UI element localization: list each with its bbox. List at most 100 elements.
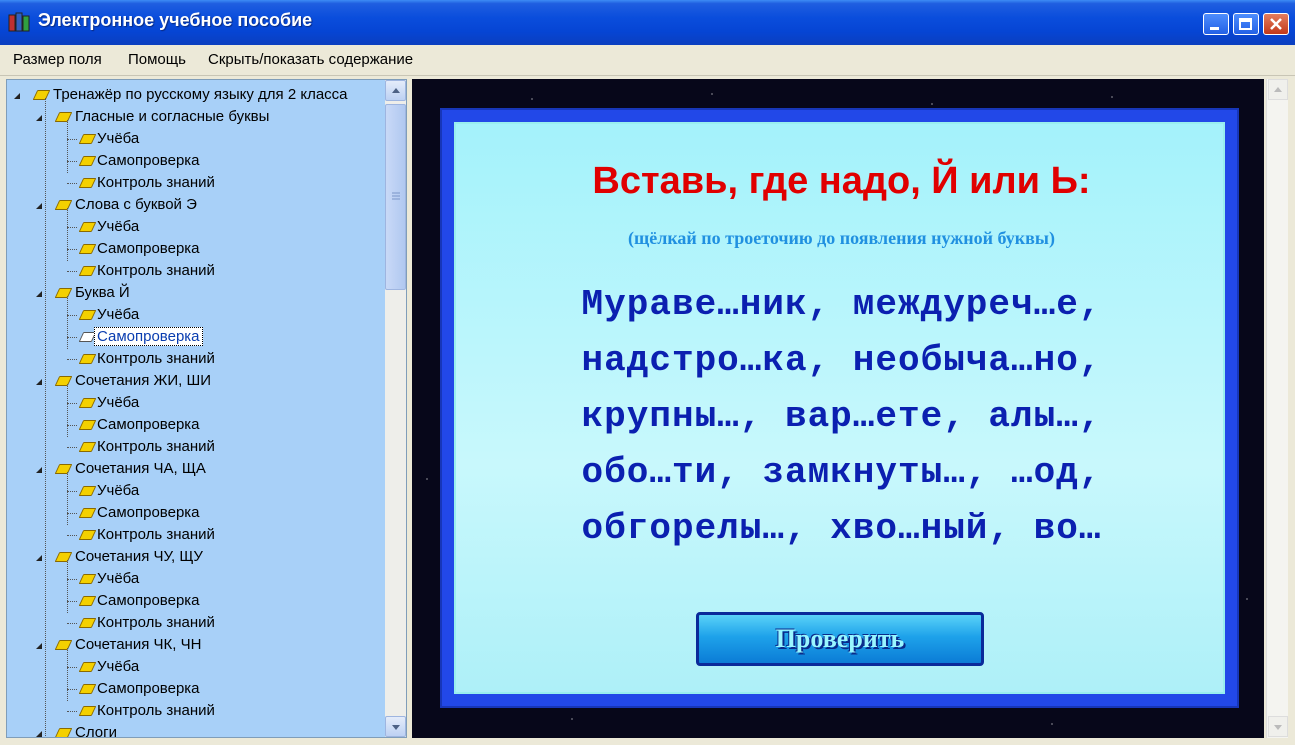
contents-tree[interactable]: Тренажёр по русскому языку для 2 класса Г… (6, 79, 407, 738)
window-title: Электронное учебное пособие (38, 10, 313, 30)
book-icon (54, 728, 73, 737)
tree-connector (67, 689, 77, 690)
tree-connector (67, 139, 77, 140)
tree-connector (67, 579, 77, 580)
menu-toggle-contents[interactable]: Скрыть/показать содержание (208, 51, 413, 68)
tree-item[interactable]: Учёба (7, 304, 383, 326)
tree-item[interactable]: Учёба (7, 480, 383, 502)
tree-section[interactable]: Слова с буквой Э (7, 194, 383, 216)
book-icon (54, 288, 73, 298)
check-button[interactable]: Проверить (696, 612, 984, 666)
book-icon (78, 662, 97, 672)
tree-connector (67, 249, 77, 250)
tree-item-label: Самопроверка (97, 240, 200, 257)
tree-connector (67, 403, 77, 404)
tree-section[interactable]: Сочетания ЧУ, ЩУ (7, 546, 383, 568)
menu-help[interactable]: Помощь (128, 51, 186, 68)
tree-item-label: Учёба (97, 658, 140, 675)
word-line[interactable]: обо…ти, замкнуты…, …од, (456, 452, 1227, 493)
tree-item[interactable]: Самопроверка (7, 590, 383, 612)
arrow-up-icon (1274, 87, 1282, 92)
tree-section[interactable]: Слоги (7, 722, 383, 738)
app-icon (8, 12, 30, 32)
scroll-thumb[interactable] (385, 104, 406, 290)
expand-triangle-icon[interactable] (35, 202, 43, 210)
tree-connector (67, 425, 77, 426)
tree-item-label: Учёба (97, 570, 140, 587)
minimize-button[interactable] (1203, 13, 1229, 35)
tree-item-label: Контроль знаний (97, 614, 215, 631)
tree-item[interactable]: Контроль знаний (7, 524, 383, 546)
word-line[interactable]: надстро…ка, необыча…но, (456, 340, 1227, 381)
book-icon (78, 354, 97, 364)
book-icon (54, 464, 73, 474)
tree-scrollbar[interactable] (385, 80, 406, 737)
tree-section[interactable]: Буква Й (7, 282, 383, 304)
tree-item[interactable]: Учёба (7, 392, 383, 414)
tree-item[interactable]: Контроль знаний (7, 172, 383, 194)
expand-triangle-icon[interactable] (35, 378, 43, 386)
tree-item[interactable]: Контроль знаний (7, 700, 383, 722)
tree-item[interactable]: Учёба (7, 128, 383, 150)
tree-item[interactable]: Самопроверка (7, 414, 383, 436)
tree-section-label: Сочетания ЧА, ЩА (75, 460, 206, 477)
maximize-button[interactable] (1233, 13, 1259, 35)
content-scroll-down-button[interactable] (1268, 716, 1288, 737)
word-line[interactable]: крупны…, вар…ете, алы…, (456, 396, 1227, 437)
tree-item[interactable]: Контроль знаний (7, 260, 383, 282)
word-line[interactable]: обгорелы…, хво…ный, во… (456, 508, 1227, 549)
tree-item[interactable]: Самопроверка (7, 238, 383, 260)
tree-item[interactable]: Учёба (7, 216, 383, 238)
expand-triangle-icon[interactable] (35, 642, 43, 650)
expand-triangle-icon[interactable] (35, 730, 43, 738)
tree-item[interactable]: Самопроверка (7, 326, 383, 348)
content-scroll-up-button[interactable] (1268, 79, 1288, 100)
tree-section[interactable]: Сочетания ЖИ, ШИ (7, 370, 383, 392)
tree-connector (67, 296, 68, 349)
book-icon (78, 310, 97, 320)
tree-connector (67, 623, 77, 624)
book-icon (78, 442, 97, 452)
expand-triangle-icon[interactable] (35, 466, 43, 474)
tree-item-label: Учёба (97, 482, 140, 499)
expand-triangle-icon[interactable] (35, 114, 43, 122)
book-icon (78, 420, 97, 430)
word-line[interactable]: Мураве…ник, междуреч…е, (456, 284, 1227, 325)
tree-item[interactable]: Контроль знаний (7, 348, 383, 370)
content-scrollbar[interactable] (1266, 79, 1288, 738)
tree-root-label: Тренажёр по русскому языку для 2 класса (53, 86, 348, 103)
book-icon (78, 706, 97, 716)
close-button[interactable] (1263, 13, 1289, 35)
book-icon (78, 222, 97, 232)
tree-item-label: Самопроверка (97, 152, 200, 169)
tree-item-label: Самопроверка (97, 416, 200, 433)
tree-section[interactable]: Сочетания ЧК, ЧН (7, 634, 383, 656)
tree-item[interactable]: Учёба (7, 568, 383, 590)
book-icon (78, 508, 97, 518)
tree-section[interactable]: Сочетания ЧА, ЩА (7, 458, 383, 480)
expand-triangle-icon[interactable] (35, 554, 43, 562)
tree-connector (67, 208, 68, 261)
minimize-icon (1210, 27, 1219, 30)
tree-item[interactable]: Контроль знаний (7, 612, 383, 634)
tree-item[interactable]: Самопроверка (7, 678, 383, 700)
menu-field-size[interactable]: Размер поля (13, 51, 102, 68)
book-icon (32, 90, 51, 100)
tree-section[interactable]: Гласные и согласные буквы (7, 106, 383, 128)
book-icon (54, 112, 73, 122)
tree-item[interactable]: Самопроверка (7, 502, 383, 524)
expand-triangle-icon[interactable] (13, 92, 21, 100)
scroll-up-button[interactable] (385, 80, 406, 101)
tree-item[interactable]: Контроль знаний (7, 436, 383, 458)
expand-triangle-icon[interactable] (35, 290, 43, 298)
book-icon (78, 398, 97, 408)
scroll-down-button[interactable] (385, 716, 406, 737)
tree-item[interactable]: Самопроверка (7, 150, 383, 172)
tree-root[interactable]: Тренажёр по русскому языку для 2 класса (7, 84, 383, 106)
tree-item[interactable]: Учёба (7, 656, 383, 678)
tree-connector (67, 161, 77, 162)
tree-connector (67, 271, 77, 272)
exercise-area: Вставь, где надо, Й или Ь: (щёлкай по тр… (412, 79, 1264, 738)
book-icon (78, 618, 97, 628)
tree-item-label: Самопроверка (97, 680, 200, 697)
